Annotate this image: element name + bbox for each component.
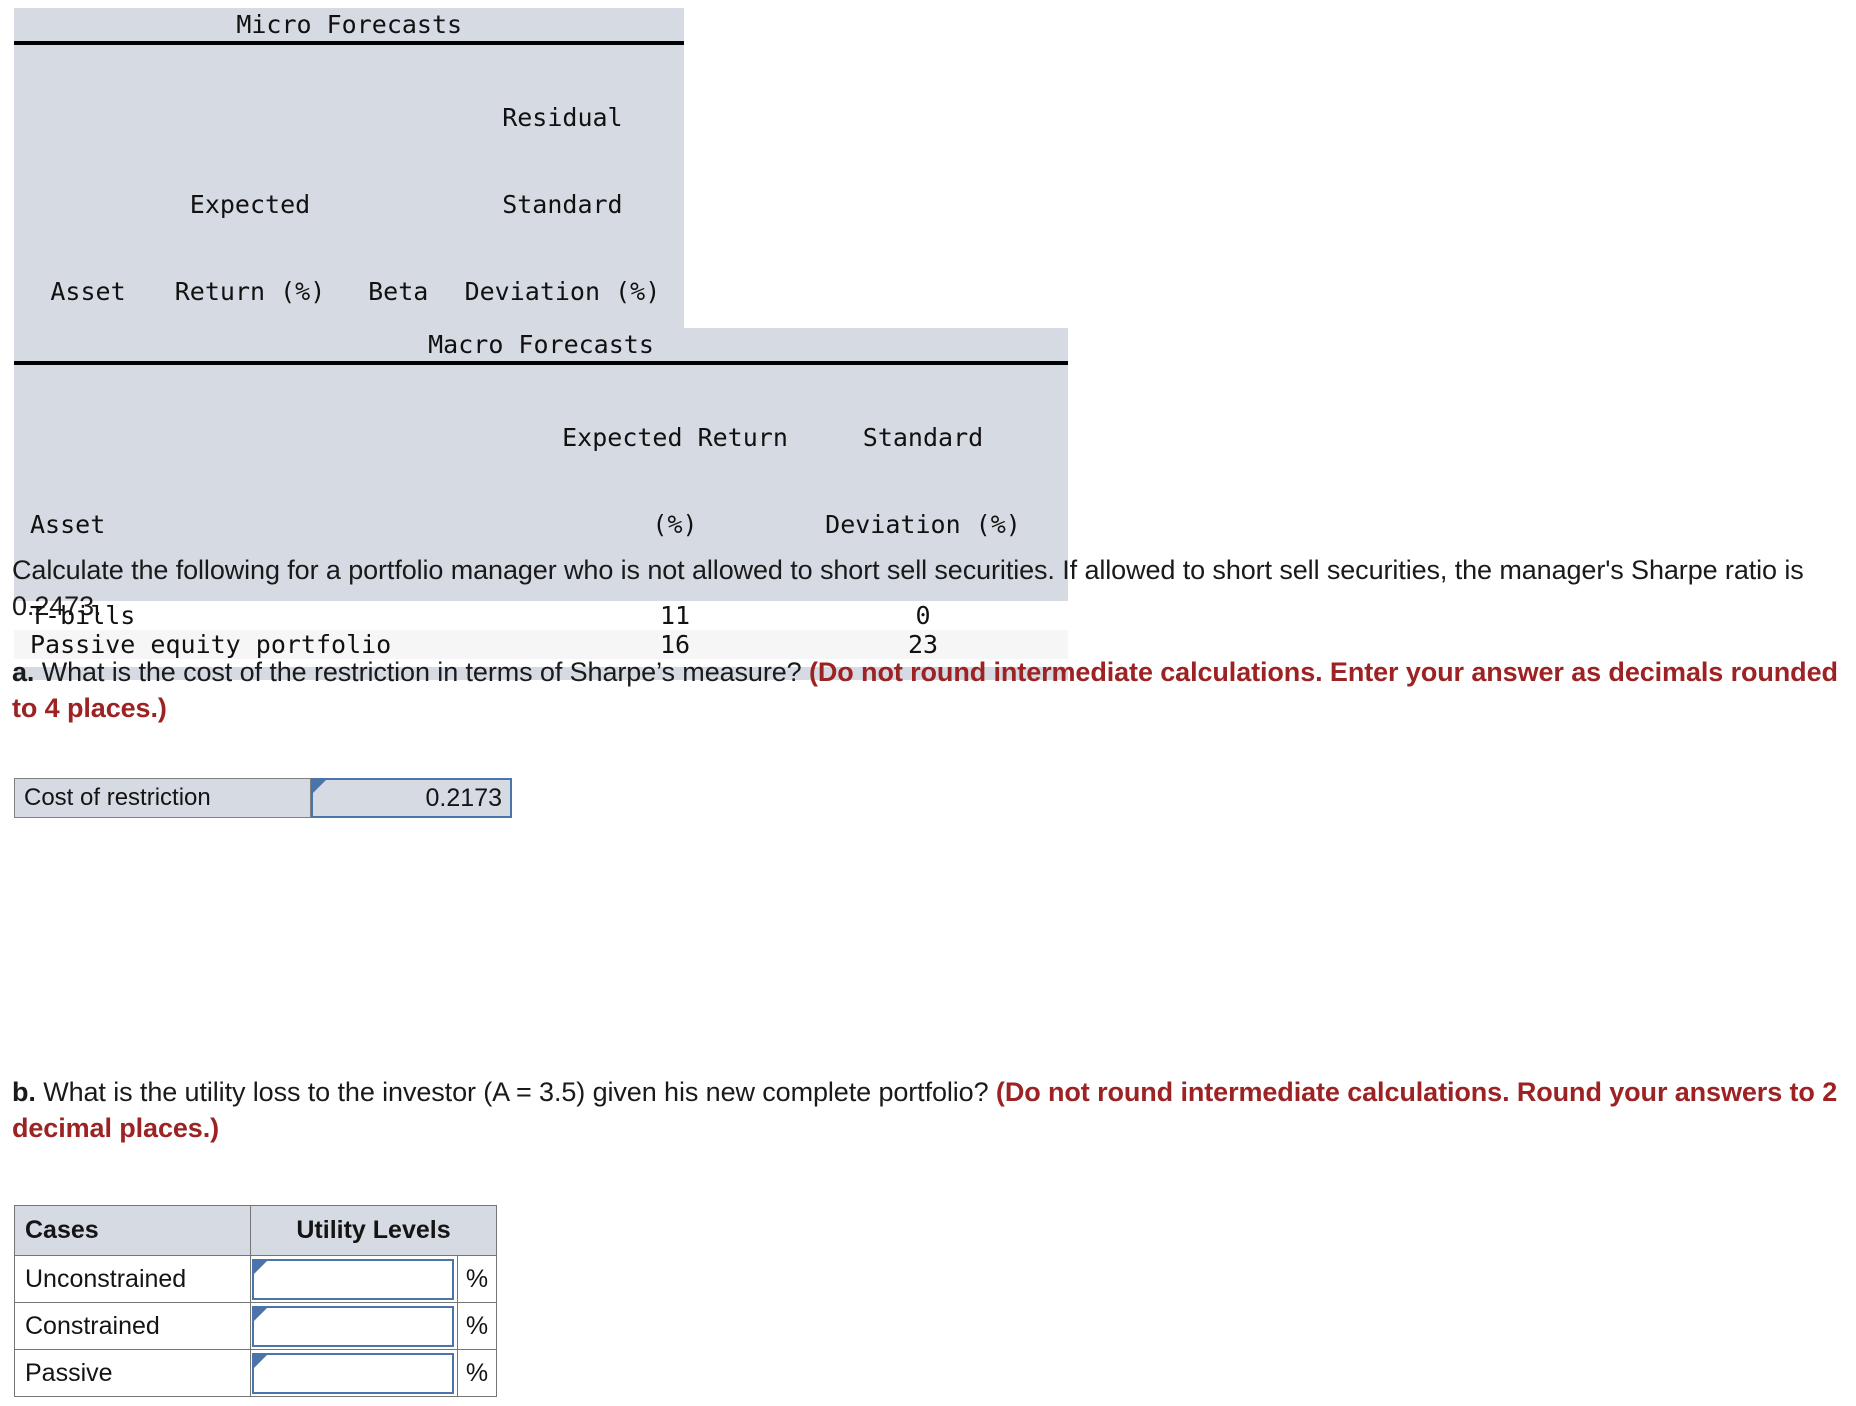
micro-header-row: Asset Expected Return (%) Beta Residual …	[14, 43, 685, 368]
micro-header-beta-label: Beta	[368, 277, 429, 306]
question-b-label: b.	[12, 1077, 36, 1107]
question-a-label: a.	[12, 657, 35, 687]
utility-row-percent-symbol: %	[457, 1349, 497, 1397]
question-a-body: What is the cost of the restriction in t…	[34, 657, 809, 687]
macro-header-asset-label: Asset	[30, 510, 106, 539]
macro-header-sd-line1: Standard	[862, 423, 984, 452]
intro-paragraph: Calculate the following for a portfolio …	[12, 553, 1852, 625]
micro-table-title: Micro Forecasts	[14, 8, 685, 45]
macro-forecasts-table: Macro Forecasts Asset Expected Return (%…	[14, 328, 1068, 680]
macro-table-title: Macro Forecasts	[14, 328, 1068, 365]
micro-header-asset: Asset	[14, 43, 162, 368]
passive-utility-input[interactable]	[252, 1352, 454, 1394]
macro-title-row: Macro Forecasts	[14, 328, 1068, 365]
table-row: Passive %	[14, 1349, 497, 1397]
utility-row-case: Unconstrained	[14, 1255, 251, 1303]
micro-header-expected-return: Expected Return (%)	[162, 43, 338, 368]
question-a: a. What is the cost of the restriction i…	[12, 655, 1856, 727]
utility-header-row: Cases Utility Levels	[14, 1205, 497, 1256]
macro-header-er-line1: Expected Return	[562, 423, 788, 452]
micro-header-rsd-line1: Residual	[502, 103, 623, 132]
question-b: b. What is the utility loss to the inves…	[12, 1075, 1856, 1147]
utility-row-input-cell	[250, 1349, 458, 1397]
utility-row-case: Constrained	[14, 1302, 251, 1350]
comment-flag-icon	[254, 1260, 267, 1274]
intro-text: Calculate the following for a portfolio …	[12, 555, 1804, 621]
comment-flag-icon	[254, 1307, 267, 1321]
utility-header-cases: Cases	[14, 1205, 251, 1256]
micro-header-er-line1: Expected	[189, 190, 311, 219]
utility-row-case: Passive	[14, 1349, 251, 1397]
utility-header-utility-levels: Utility Levels	[250, 1205, 497, 1256]
micro-header-beta: Beta	[338, 43, 459, 368]
micro-header-rsd-line2: Standard	[502, 190, 623, 219]
comment-flag-icon	[313, 780, 326, 793]
table-row: Unconstrained %	[14, 1255, 497, 1303]
micro-header-rsd-line3: Deviation (%)	[464, 277, 661, 306]
utility-row-percent-symbol: %	[457, 1255, 497, 1303]
macro-header-sd-line2: Deviation (%)	[825, 510, 1021, 539]
cost-of-restriction-input[interactable]: 0.2173	[311, 778, 512, 818]
macro-header-er-line2: (%)	[652, 510, 698, 539]
cost-of-restriction-value: 0.2173	[425, 783, 502, 812]
micro-header-er-line2: Return (%)	[174, 277, 326, 306]
constrained-utility-input[interactable]	[252, 1305, 454, 1347]
comment-flag-icon	[254, 1354, 267, 1368]
micro-title-row: Micro Forecasts	[14, 8, 685, 45]
utility-row-percent-symbol: %	[457, 1302, 497, 1350]
question-b-body: What is the utility loss to the investor…	[35, 1077, 996, 1107]
utility-row-input-cell	[250, 1255, 458, 1303]
table-row: Constrained %	[14, 1302, 497, 1350]
utility-row-input-cell	[250, 1302, 458, 1350]
micro-header-residual-sd: Residual Standard Deviation (%)	[458, 43, 685, 368]
cost-of-restriction-label: Cost of restriction	[14, 778, 311, 818]
cost-of-restriction-widget: Cost of restriction 0.2173	[14, 778, 512, 818]
utility-levels-table: Cases Utility Levels Unconstrained % Con…	[14, 1205, 497, 1397]
micro-header-asset-label: Asset	[50, 277, 126, 306]
unconstrained-utility-input[interactable]	[252, 1258, 454, 1300]
